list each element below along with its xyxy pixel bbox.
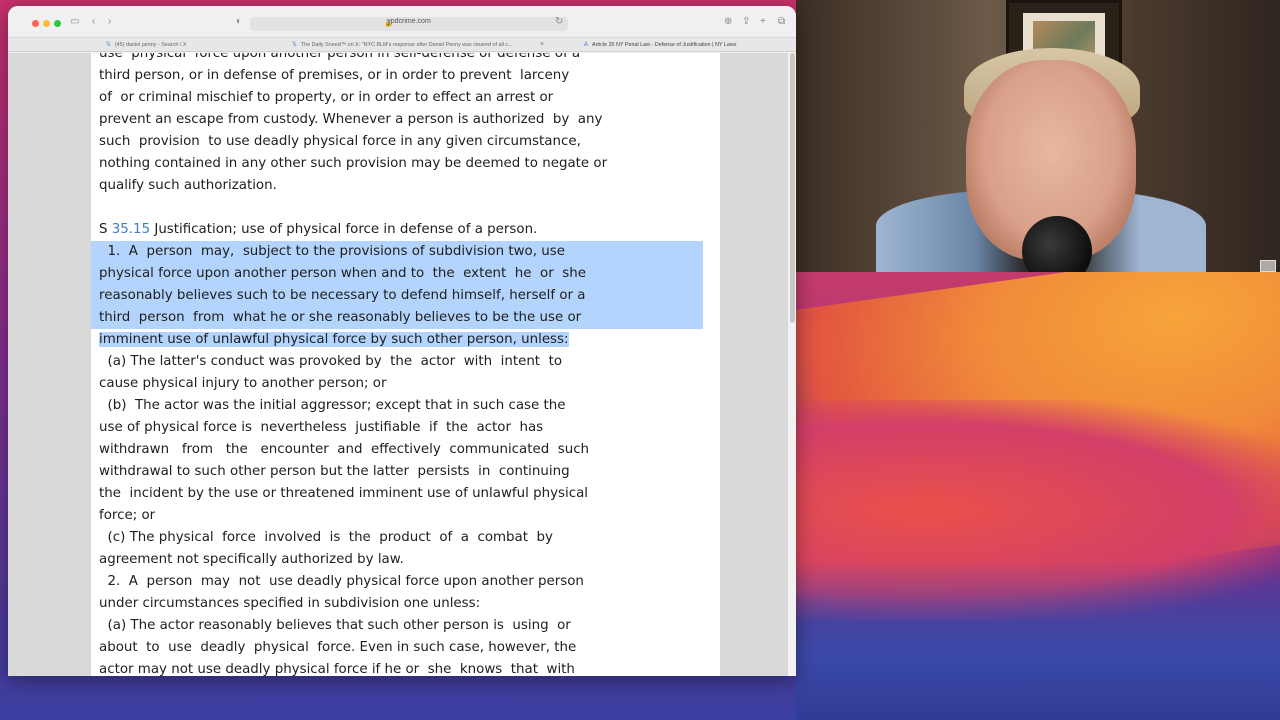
section-heading: S 35.15 Justification; use of physical f…: [99, 222, 538, 237]
camera-resize-icon[interactable]: [1260, 260, 1276, 272]
text-line: under circumstances specified in subdivi…: [99, 596, 481, 611]
text-line: 2. A person may not use deadly physical …: [99, 574, 584, 589]
new-tab-icon[interactable]: +: [760, 16, 766, 28]
x-logo-icon: 𝕏: [292, 42, 297, 48]
text-line: qualify such authorization.: [99, 178, 277, 193]
forward-icon[interactable]: ›: [108, 16, 111, 28]
text-line: use of physical force is nevertheless ju…: [99, 420, 544, 435]
wallpaper-wave: [796, 560, 1280, 720]
scrollbar-thumb[interactable]: [790, 53, 795, 323]
text-line: (a) The latter's conduct was provoked by…: [99, 354, 563, 369]
statute-text: use physical force upon another person i…: [91, 53, 703, 676]
scrollbar[interactable]: [788, 53, 796, 676]
webcam-overlay: [796, 0, 1280, 272]
text-line: withdrawal to such other person but the …: [99, 464, 570, 479]
download-icon[interactable]: ⊕: [724, 16, 732, 28]
text-line: of or criminal mischief to property, or …: [99, 90, 554, 105]
text-line: such provision to use deadly physical fo…: [99, 134, 581, 149]
text-line: third person, or in defense of premises,…: [99, 68, 570, 83]
minimize-window-button[interactable]: [43, 20, 50, 27]
document-page: use physical force upon another person i…: [91, 53, 720, 676]
close-tab-icon[interactable]: ×: [540, 38, 544, 52]
section-link[interactable]: 35.15: [112, 222, 150, 237]
reload-icon[interactable]: ↻: [555, 16, 563, 28]
tab-bar: 𝕏 (45) daniel penny - Search / X 𝕏 The Dai…: [8, 38, 796, 52]
browser-toolbar: ▭ ‹ › ◐ 🔒 ypdcrime.com ↻ ⊕ ⇪ + ⧉: [8, 6, 796, 38]
page-viewport: use physical force upon another person i…: [8, 53, 796, 676]
text-line: about to use deadly physical force. Even…: [99, 640, 577, 655]
tab-daily-sneed[interactable]: 𝕏 The Daily Sneed™ on X: "NYC BLM's respo…: [292, 38, 524, 52]
close-window-button[interactable]: [32, 20, 39, 27]
browser-window: ▭ ‹ › ◐ 🔒 ypdcrime.com ↻ ⊕ ⇪ + ⧉ 𝕏 (45) d…: [8, 6, 796, 676]
zoom-window-button[interactable]: [54, 20, 61, 27]
text-line: cause physical injury to another person;…: [99, 376, 387, 391]
tab-overview-icon[interactable]: ⧉: [778, 16, 785, 28]
sidebar-icon[interactable]: ▭: [70, 16, 79, 28]
address-bar[interactable]: 🔒 ypdcrime.com: [250, 17, 568, 31]
text-line: force; or: [99, 508, 156, 523]
text-line: use physical force upon another person i…: [99, 53, 581, 61]
site-logo-icon: A: [584, 42, 589, 48]
x-logo-icon: 𝕏: [106, 42, 111, 48]
text-line: [99, 197, 703, 219]
text-line: the incident by the use or threatened im…: [99, 486, 588, 501]
text-line: prevent an escape from custody. Whenever…: [99, 112, 603, 127]
tab-x-search[interactable]: 𝕏 (45) daniel penny - Search / X: [106, 38, 286, 52]
address-text: ypdcrime.com: [387, 18, 431, 25]
tab-ny-laws[interactable]: A Article 35 NY Penal Law - Defense of Ju…: [584, 38, 784, 52]
text-line: actor may not use deadly physical force …: [99, 662, 575, 676]
text-line: agreement not specifically authorized by…: [99, 552, 404, 567]
text-line: nothing contained in any other such prov…: [99, 156, 608, 171]
selected-text-line: imminent use of unlawful physical force …: [99, 332, 569, 347]
text-line: withdrawn from the encounter and effecti…: [99, 442, 590, 457]
selected-text-line: physical force upon another person when …: [91, 263, 703, 285]
privacy-shield-icon[interactable]: ◐: [236, 16, 242, 28]
selected-text-line: 1. A person may, subject to the provisio…: [91, 241, 703, 263]
text-line: (c) The physical force involved is the p…: [99, 530, 553, 545]
text-line: (b) The actor was the initial aggressor;…: [99, 398, 566, 413]
back-icon[interactable]: ‹: [92, 16, 95, 28]
selected-text-line: reasonably believes such to be necessary…: [91, 285, 703, 307]
text-line: (a) The actor reasonably believes that s…: [99, 618, 571, 633]
share-icon[interactable]: ⇪: [742, 16, 750, 28]
selected-text-line: third person from what he or she reasona…: [91, 307, 703, 329]
